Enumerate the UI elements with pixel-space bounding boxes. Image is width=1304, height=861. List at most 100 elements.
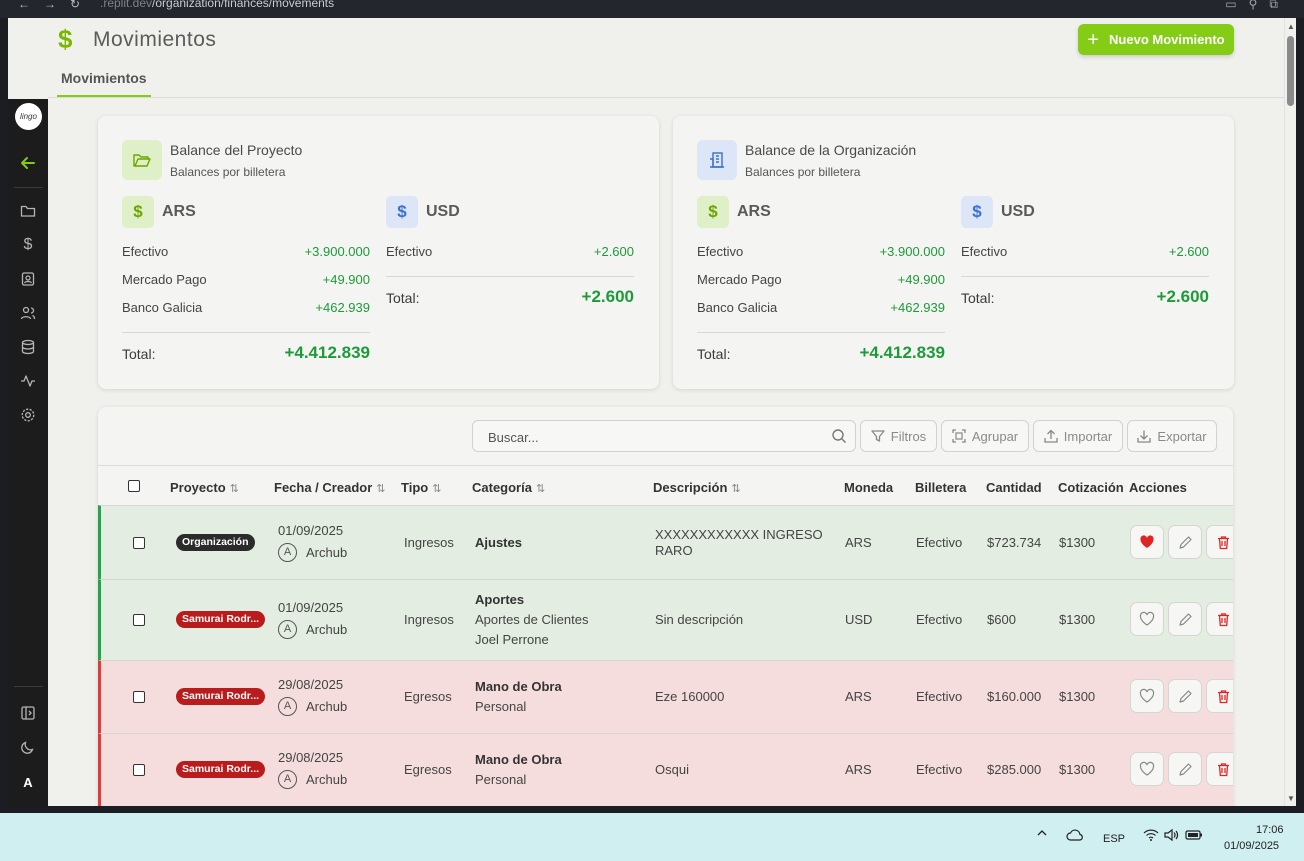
sort-icon[interactable]: ⇅ — [376, 483, 385, 495]
pencil-icon — [1178, 535, 1192, 549]
scrollbar-thumb[interactable] — [1287, 36, 1294, 106]
favorite-button[interactable] — [1130, 752, 1164, 786]
database-icon[interactable] — [18, 337, 38, 357]
column-header-label: Categoría — [472, 480, 532, 495]
clock-time[interactable]: 17:06 — [1256, 824, 1284, 836]
total-divider — [697, 332, 945, 333]
search-input[interactable]: Buscar... — [472, 420, 856, 452]
app-logo[interactable]: lingo — [15, 103, 42, 130]
movement-description: Osqui — [655, 762, 689, 777]
activity-icon[interactable] — [18, 371, 38, 391]
dollar-icon: $ — [386, 196, 418, 228]
edit-button[interactable] — [1168, 679, 1202, 713]
group-button[interactable]: Agrupar — [941, 420, 1029, 452]
wallet-name: Mercado Pago — [122, 272, 207, 287]
favorite-button[interactable] — [1130, 525, 1164, 559]
chevron-up-icon[interactable] — [1036, 827, 1048, 842]
column-header-description[interactable]: Descripción ⇅ — [653, 480, 741, 495]
tab-movimientos[interactable]: Movimientos — [61, 70, 147, 86]
wifi-icon — [1143, 829, 1159, 841]
gear-icon[interactable] — [18, 405, 38, 425]
column-header-rate[interactable]: Cotización — [1058, 480, 1124, 495]
export-button[interactable]: Exportar — [1127, 420, 1217, 452]
movement-subcategory: Personal — [475, 772, 527, 787]
filters-button[interactable]: Filtros — [860, 420, 937, 452]
dollar-icon: $ — [122, 196, 154, 228]
wallet-balance-row: Efectivo +3.900.000 — [697, 244, 945, 259]
edit-button[interactable] — [1168, 752, 1202, 786]
movement-currency: USD — [845, 612, 873, 627]
column-header-amount[interactable]: Cantidad — [986, 480, 1042, 495]
table-row[interactable]: Samurai Rodr... 01/09/2025 A Archub Ingr… — [98, 579, 1233, 660]
language-indicator[interactable]: ESP — [1103, 833, 1125, 845]
movement-category: Aportes — [475, 592, 525, 607]
sort-icon[interactable]: ⇅ — [731, 483, 740, 495]
total-label: Total: — [386, 290, 420, 306]
user-avatar[interactable]: A — [18, 775, 38, 790]
delete-button[interactable] — [1206, 602, 1233, 636]
page-scrollbar[interactable]: ▲ ▼ — [1284, 18, 1296, 806]
movement-date: 01/09/2025 — [278, 600, 344, 615]
column-header-project[interactable]: Proyecto ⇅ — [170, 480, 239, 495]
sidebar: lingo $ A — [8, 99, 48, 806]
total-row: Total: +2.600 — [386, 287, 634, 306]
panel-icon[interactable] — [18, 703, 38, 723]
row-checkbox[interactable] — [133, 691, 145, 703]
moon-icon[interactable] — [18, 737, 38, 757]
browser-tool-icons[interactable]: ▭⚲⧉ — [1225, 0, 1290, 12]
column-header-actions: Acciones — [1129, 480, 1187, 495]
wallet-amount: +49.900 — [322, 272, 370, 287]
contact-icon[interactable] — [18, 269, 38, 289]
dollar-icon[interactable]: $ — [18, 235, 38, 255]
movement-rate: $1300 — [1059, 535, 1096, 550]
dollar-icon: $ — [58, 24, 73, 54]
upload-icon — [1044, 429, 1058, 443]
scroll-up-icon[interactable]: ▲ — [1287, 22, 1295, 31]
new-movement-button[interactable]: + Nuevo Movimiento — [1078, 24, 1234, 55]
wallet-amount: +462.939 — [890, 300, 945, 315]
folder-icon[interactable] — [18, 201, 38, 221]
movement-subcategory: Aportes de Clientes — [475, 612, 589, 627]
select-all-checkbox[interactable] — [128, 480, 140, 492]
users-icon[interactable] — [18, 303, 38, 323]
movement-subcategory: Personal — [475, 699, 527, 714]
column-header-date[interactable]: Fecha / Creador ⇅ — [274, 480, 385, 495]
total-row: Total: +4.412.839 — [697, 343, 945, 362]
row-checkbox[interactable] — [133, 537, 145, 549]
edit-button[interactable] — [1168, 525, 1202, 559]
column-header-type[interactable]: Tipo ⇅ — [401, 480, 441, 495]
row-checkbox[interactable] — [133, 764, 145, 776]
import-button[interactable]: Importar — [1033, 420, 1123, 452]
filter-icon — [871, 430, 885, 442]
wallet-name: Efectivo — [697, 244, 744, 259]
delete-button[interactable] — [1206, 752, 1233, 786]
sidebar-divider — [14, 187, 43, 188]
system-tray[interactable] — [1142, 827, 1204, 846]
column-header-currency[interactable]: Moneda — [844, 480, 893, 495]
table-row[interactable]: Organización 01/09/2025 A Archub Ingreso… — [98, 505, 1233, 579]
column-header-wallet[interactable]: Billetera — [915, 480, 966, 495]
browser-nav-icons[interactable]: ←→↻ — [18, 0, 94, 11]
clock-date[interactable]: 01/09/2025 — [1224, 840, 1279, 852]
sort-icon[interactable]: ⇅ — [230, 483, 239, 495]
column-header-category[interactable]: Categoría ⇅ — [472, 480, 545, 495]
cloud-icon[interactable] — [1066, 828, 1084, 845]
movement-amount: $160.000 — [987, 689, 1042, 704]
back-arrow-icon[interactable] — [18, 153, 38, 173]
column-header-label: Descripción — [653, 480, 728, 495]
favorite-button[interactable] — [1130, 602, 1164, 636]
table-row[interactable]: Samurai Rodr... 29/08/2025 A Archub Egre… — [98, 660, 1233, 733]
movement-date: 01/09/2025 — [278, 523, 344, 538]
delete-button[interactable] — [1206, 679, 1233, 713]
scroll-down-icon[interactable]: ▼ — [1287, 794, 1295, 803]
sort-icon[interactable]: ⇅ — [536, 483, 545, 495]
delete-button[interactable] — [1206, 525, 1233, 559]
sort-icon[interactable]: ⇅ — [432, 483, 441, 495]
address-bar[interactable]: .replit.dev/organization/finances/moveme… — [100, 0, 334, 10]
table-row[interactable]: Samurai Rodr... 29/08/2025 A Archub Egre… — [98, 733, 1233, 806]
project-badge: Samurai Rodr... — [176, 611, 266, 628]
row-checkbox[interactable] — [133, 614, 145, 626]
favorite-button[interactable] — [1130, 679, 1164, 713]
trash-icon — [1217, 762, 1229, 776]
edit-button[interactable] — [1168, 602, 1202, 636]
